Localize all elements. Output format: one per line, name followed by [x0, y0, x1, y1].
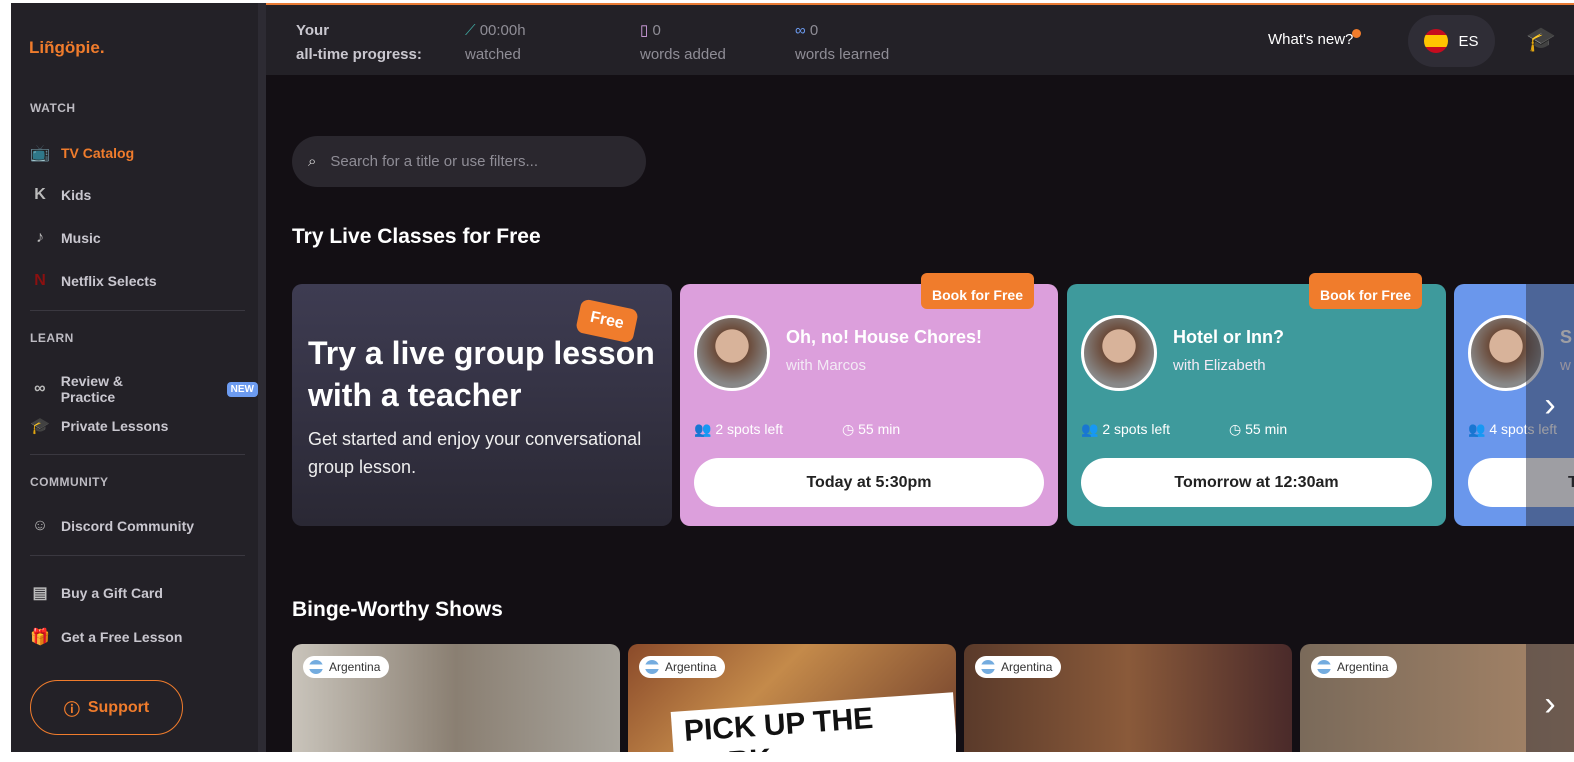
glasses-icon: ∞: [34, 380, 46, 397]
gift-icon: 🎁: [30, 629, 50, 646]
sidebar-item-free-lesson[interactable]: 🎁 Get a Free Lesson: [30, 627, 182, 647]
sidebar-item-review[interactable]: ∞ Review & Practice NEW: [30, 373, 258, 405]
book-badge[interactable]: Book for Free: [920, 273, 1034, 309]
help-icon: ⓘ: [63, 701, 80, 719]
divider: [30, 555, 245, 556]
notification-dot: [1352, 29, 1362, 38]
argentina-flag-icon: [1317, 660, 1331, 674]
people-icon: 👥: [1081, 421, 1099, 437]
people-icon: 👥: [694, 421, 712, 437]
book-time-button[interactable]: Tomorrow at 12:30am: [1081, 458, 1432, 507]
search-placeholder: Search for a title or use filters...: [330, 153, 538, 170]
promo-subtitle: Get started and enjoy your conversationa…: [308, 429, 642, 477]
topbar: Your all-time progress: ⟋ 00:00h watched ▯…: [266, 3, 1574, 75]
class-title: Hotel or Inn?: [1173, 327, 1284, 347]
duration: ◷ 55 min: [1229, 421, 1288, 437]
promo-title: Try a live group lesson with a teacher: [308, 335, 655, 413]
people-icon: 👥: [1468, 421, 1486, 437]
book-time-button[interactable]: Today at 5:30pm: [694, 458, 1044, 507]
clock-icon: ◷: [842, 421, 855, 437]
cards-icon: ▯: [640, 22, 649, 39]
whats-new-link[interactable]: What's new?: [1268, 29, 1362, 48]
label: Private Lessons: [61, 418, 169, 434]
teacher-avatar: [694, 315, 770, 391]
live-classes-heading: Try Live Classes for Free: [292, 225, 541, 248]
class-teacher: with Elizabeth: [1173, 357, 1266, 374]
carousel-next-arrow[interactable]: ›: [1526, 284, 1574, 526]
search-input[interactable]: ⌕ Search for a title or use filters...: [292, 136, 646, 187]
kids-icon: K: [34, 186, 46, 203]
watched-stat: ⟋ 00:00h watched: [465, 22, 526, 63]
gift-card-icon: ▤: [32, 585, 48, 602]
sidebar-item-kids[interactable]: K Kids: [30, 186, 91, 204]
search-icon: ⌕: [308, 153, 317, 170]
app: Liñgöpie. WATCH 📺 TV Catalog K Kids ♪ Music…: [11, 3, 1574, 752]
shows-next-arrow[interactable]: ›: [1526, 644, 1574, 752]
show-card[interactable]: Argentina: [292, 644, 620, 752]
label: TV Catalog: [61, 145, 135, 161]
divider: [30, 454, 245, 455]
duration: ◷ 55 min: [842, 421, 901, 437]
country-tag: Argentina: [1311, 656, 1398, 678]
promo-card[interactable]: Try a live group lesson with a teacher G…: [292, 284, 672, 526]
language-selector[interactable]: ES: [1408, 15, 1495, 67]
sidebar-item-music[interactable]: ♪ Music: [30, 229, 101, 247]
graduation-cap-icon: 🎓: [30, 418, 50, 435]
telescope-icon: ⟋: [465, 22, 476, 39]
country-tag: Argentina: [303, 656, 390, 678]
class-card[interactable]: Book for Free Hotel or Inn? with Elizabe…: [1067, 273, 1446, 526]
spots-left: 👥 2 spots left: [1081, 421, 1171, 437]
argentina-flag-icon: [981, 660, 995, 674]
logo[interactable]: Liñgöpie.: [29, 38, 105, 58]
new-badge: NEW: [226, 381, 258, 397]
label: Discord Community: [61, 518, 195, 534]
words-added-stat: ▯ 0 words added: [640, 22, 726, 63]
spots-left: 👥 2 spots left: [694, 421, 784, 437]
country-tag: Argentina: [639, 656, 726, 678]
sidebar-item-netflix[interactable]: N Netflix Selects: [30, 272, 157, 290]
label: Review & Practice: [60, 373, 123, 405]
divider: [30, 310, 245, 311]
support-button[interactable]: ⓘ Support: [30, 680, 183, 735]
label: Kids: [61, 187, 92, 203]
profile-icon[interactable]: 🎓: [1526, 25, 1556, 54]
binge-heading: Binge-Worthy Shows: [292, 598, 503, 621]
support-label: Support: [87, 698, 150, 716]
section-watch: WATCH: [30, 101, 76, 115]
show-title-art: PICK UP THE FORK: [670, 692, 956, 752]
clock-icon: ◷: [1229, 421, 1242, 437]
label: Buy a Gift Card: [61, 585, 163, 601]
sidebar-item-tv-catalog[interactable]: 📺 TV Catalog: [30, 143, 134, 163]
section-learn: LEARN: [30, 331, 74, 345]
label: Netflix Selects: [61, 273, 157, 289]
spain-flag-icon: [1424, 29, 1449, 53]
words-learned-stat: ∞ 0 words learned: [795, 22, 890, 63]
language-code: ES: [1458, 32, 1479, 50]
class-card[interactable]: Book for Free Oh, no! House Chores! with…: [680, 273, 1058, 526]
section-community: COMMUNITY: [30, 475, 109, 489]
netflix-icon: N: [34, 272, 46, 289]
progress-label: Your all-time progress:: [296, 22, 422, 63]
label: Get a Free Lesson: [61, 629, 183, 645]
class-teacher: with Marcos: [786, 357, 867, 374]
class-title: Oh, no! House Chores!: [786, 327, 983, 347]
sidebar-item-gift-card[interactable]: ▤ Buy a Gift Card: [30, 583, 163, 603]
guitar-icon: ♪: [36, 229, 44, 246]
glasses-icon: ∞: [795, 22, 806, 39]
country-tag: Argentina: [975, 656, 1062, 678]
sidebar: Liñgöpie. WATCH 📺 TV Catalog K Kids ♪ Music…: [11, 3, 258, 752]
argentina-flag-icon: [309, 660, 323, 674]
show-card[interactable]: Argentina PICK UP THE FORK: [628, 644, 956, 752]
sidebar-item-private-lessons[interactable]: 🎓 Private Lessons: [30, 416, 168, 436]
sidebar-item-discord[interactable]: ☺ Discord Community: [30, 517, 194, 535]
book-badge[interactable]: Book for Free: [1308, 273, 1422, 309]
tv-icon: 📺: [30, 145, 50, 162]
argentina-flag-icon: [645, 660, 659, 674]
show-card[interactable]: Argentina: [964, 644, 1292, 752]
label: Music: [61, 230, 101, 246]
discord-icon: ☺: [31, 517, 49, 534]
sidebar-scrollbar[interactable]: [258, 3, 266, 752]
teacher-avatar: [1081, 315, 1157, 391]
